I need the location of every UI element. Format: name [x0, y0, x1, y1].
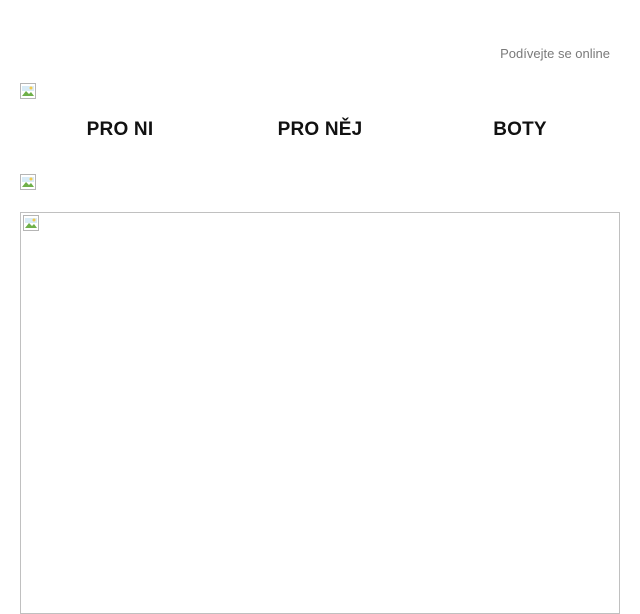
hero-image[interactable] — [20, 212, 620, 614]
hero-image-placeholder — [23, 215, 39, 231]
main-navigation: PRO NI PRO NĚJ BOTY — [20, 118, 620, 144]
logo-image[interactable] — [20, 83, 36, 99]
view-online-link[interactable]: Podívejte se online — [500, 46, 610, 62]
nav-item-pro-ni[interactable]: PRO NI — [20, 118, 220, 144]
nav-item-pro-nej[interactable]: PRO NĚJ — [220, 118, 420, 144]
banner-image[interactable] — [20, 174, 36, 190]
broken-image-icon — [23, 215, 39, 231]
broken-image-icon — [20, 83, 36, 99]
broken-image-icon — [20, 174, 36, 190]
nav-item-boty[interactable]: BOTY — [420, 118, 620, 144]
